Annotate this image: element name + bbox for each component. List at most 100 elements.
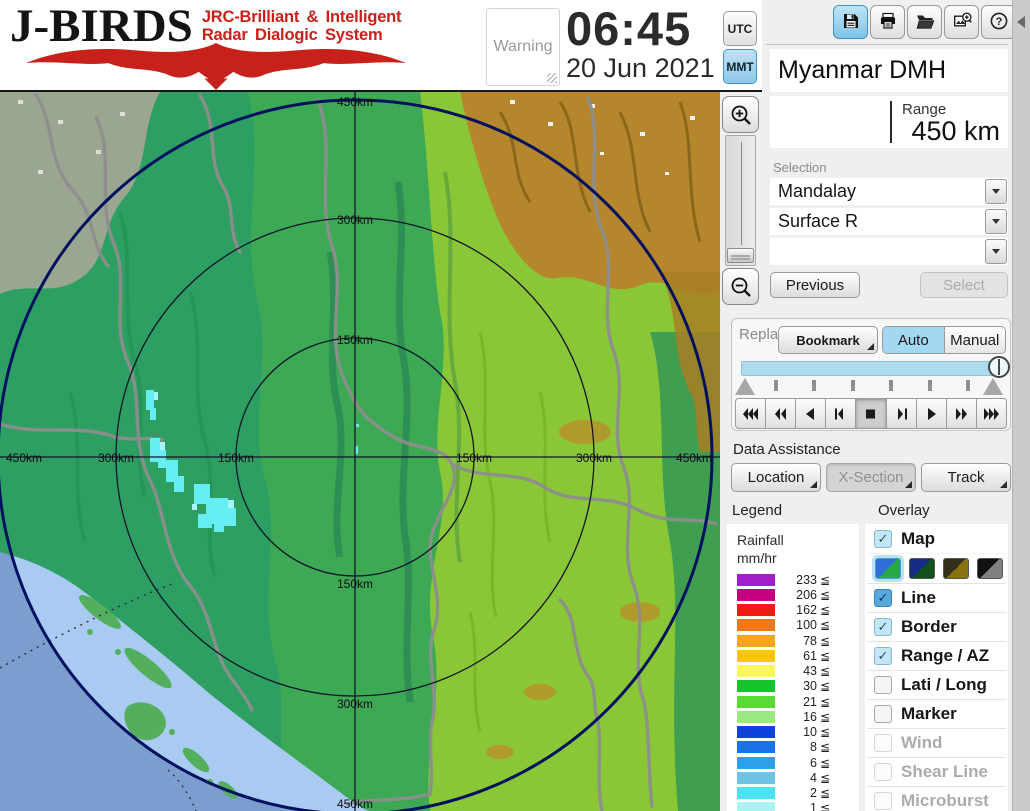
- location-button[interactable]: Location: [731, 463, 821, 492]
- range-az-checkbox[interactable]: ✓: [874, 647, 892, 665]
- overlay-item-label: Line: [901, 588, 936, 608]
- legend-row: 100 ≦: [737, 619, 855, 632]
- timeline-end-marker[interactable]: [983, 378, 1003, 395]
- range-ring-label: 450km: [337, 797, 373, 811]
- range-ring-label: 450km: [337, 95, 373, 109]
- radar-map-svg[interactable]: 150km150km150km150km300km300km300km300km…: [0, 92, 720, 811]
- map-style-1[interactable]: [875, 558, 901, 579]
- mmt-button[interactable]: MMT: [723, 49, 757, 84]
- legend-comparator: ≦: [820, 695, 830, 709]
- overlay-item-shear-line: Shear Line: [867, 757, 1006, 786]
- legend-color-swatch: [737, 619, 775, 631]
- bookmark-button[interactable]: Bookmark: [778, 326, 878, 354]
- radar-map[interactable]: 150km150km150km150km300km300km300km300km…: [0, 92, 720, 811]
- chevron-down-icon[interactable]: [985, 179, 1007, 204]
- auto-button[interactable]: Auto: [883, 327, 944, 353]
- timeline-start-marker[interactable]: [735, 378, 755, 395]
- overlay-item-line[interactable]: ✓ Line: [867, 583, 1006, 612]
- help-button[interactable]: ?: [981, 5, 1016, 39]
- overlay-item-map[interactable]: ✓ Map: [867, 524, 1006, 553]
- previous-button[interactable]: Previous: [770, 272, 860, 298]
- legend-value: 233: [775, 573, 817, 587]
- legend-color-swatch: [737, 726, 775, 738]
- play-forward-button[interactable]: [916, 398, 947, 429]
- overlay-item-label: Map: [901, 529, 935, 549]
- overlay-item-label: Shear Line: [901, 762, 988, 782]
- range-ring-label: 150km: [456, 451, 492, 465]
- help-icon: ?: [989, 11, 1009, 34]
- lati-long-checkbox[interactable]: [874, 676, 892, 694]
- stop-button[interactable]: [855, 398, 886, 429]
- map-style-3[interactable]: [943, 558, 969, 579]
- line-checkbox[interactable]: ✓: [874, 589, 892, 607]
- rewind-button[interactable]: [765, 398, 796, 429]
- legend-value: 8: [775, 740, 817, 754]
- select-button[interactable]: Select: [920, 272, 1008, 298]
- replay-timeline-track[interactable]: [741, 361, 1003, 376]
- open-folder-button[interactable]: [907, 5, 942, 39]
- panel-collapse-strip[interactable]: [1012, 0, 1030, 811]
- chevron-down-icon[interactable]: [985, 209, 1007, 234]
- map-checkbox[interactable]: ✓: [874, 530, 892, 548]
- fast-forward-icon: [952, 407, 971, 421]
- manual-button[interactable]: Manual: [944, 327, 1006, 353]
- zoom-out-button[interactable]: [722, 268, 759, 305]
- skip-backward-fast-button[interactable]: [735, 398, 766, 429]
- map-style-swatches: [867, 553, 1006, 583]
- step-backward-button[interactable]: [825, 398, 856, 429]
- legend-row: 78 ≦: [737, 634, 855, 647]
- utc-button[interactable]: UTC: [723, 11, 757, 46]
- selection-dropdown-3[interactable]: [770, 238, 1008, 265]
- dropdown-value: Surface R: [770, 208, 1008, 232]
- map-style-2[interactable]: [909, 558, 935, 579]
- overlay-panel: ✓ Map ✓ Line ✓ Border ✓ Range / AZ Lati …: [865, 524, 1008, 811]
- range-ring-label: 450km: [6, 451, 42, 465]
- overlay-item-lati-long[interactable]: Lati / Long: [867, 670, 1006, 699]
- track-button[interactable]: Track: [921, 463, 1011, 492]
- export-image-button[interactable]: [944, 5, 979, 39]
- legend-comparator: ≦: [820, 740, 830, 754]
- chevron-down-icon[interactable]: [985, 239, 1007, 264]
- dropdown-value: Mandalay: [770, 178, 1008, 202]
- warning-button[interactable]: Warning: [486, 8, 560, 86]
- playback-controls: [735, 398, 1007, 429]
- print-icon: [878, 11, 898, 34]
- selection-dropdowns: Mandalay Surface R: [770, 178, 1008, 265]
- legend-comparator: ≦: [820, 771, 830, 785]
- legend-row: 8 ≦: [737, 741, 855, 754]
- replay-group: Replay Bookmark Auto Manual: [731, 318, 1011, 431]
- overlay-item-marker[interactable]: Marker: [867, 699, 1006, 728]
- legend-comparator: ≦: [820, 786, 830, 800]
- zoom-slider[interactable]: [725, 135, 756, 266]
- open-folder-icon: [915, 11, 935, 34]
- save-button[interactable]: [833, 5, 868, 39]
- marker-checkbox[interactable]: [874, 705, 892, 723]
- wind-checkbox: [874, 734, 892, 752]
- play-backward-button[interactable]: [795, 398, 826, 429]
- legend-value: 10: [775, 725, 817, 739]
- print-button[interactable]: [870, 5, 905, 39]
- zoom-in-button[interactable]: [722, 96, 759, 133]
- range-ring-label: 150km: [337, 333, 373, 347]
- logo-tagline: JRC-Brilliant & Intelligent Radar Dialog…: [202, 8, 402, 44]
- legend-comparator: ≦: [820, 573, 830, 587]
- logo: J-BIRDS JRC-Brilliant & Intelligent Rada…: [10, 5, 410, 90]
- legend-color-swatch: [737, 650, 775, 662]
- collapse-left-arrow-icon: [1017, 16, 1025, 28]
- map-style-4[interactable]: [977, 558, 1003, 579]
- overlay-item-range-az[interactable]: ✓ Range / AZ: [867, 641, 1006, 670]
- replay-timeline-thumb[interactable]: [988, 356, 1010, 378]
- step-forward-button[interactable]: [886, 398, 917, 429]
- legend-row: 61 ≦: [737, 649, 855, 662]
- top-bar: J-BIRDS JRC-Brilliant & Intelligent Rada…: [0, 0, 762, 92]
- zoom-slider-handle[interactable]: [727, 248, 754, 263]
- fast-forward-button[interactable]: [946, 398, 977, 429]
- selection-dropdown-2[interactable]: Surface R: [770, 208, 1008, 235]
- legend-color-swatch: [737, 802, 775, 811]
- x-section-button[interactable]: X-Section: [826, 463, 916, 492]
- legend-row: 30 ≦: [737, 680, 855, 693]
- overlay-item-border[interactable]: ✓ Border: [867, 612, 1006, 641]
- selection-dropdown-1[interactable]: Mandalay: [770, 178, 1008, 205]
- skip-forward-fast-button[interactable]: [976, 398, 1007, 429]
- border-checkbox[interactable]: ✓: [874, 618, 892, 636]
